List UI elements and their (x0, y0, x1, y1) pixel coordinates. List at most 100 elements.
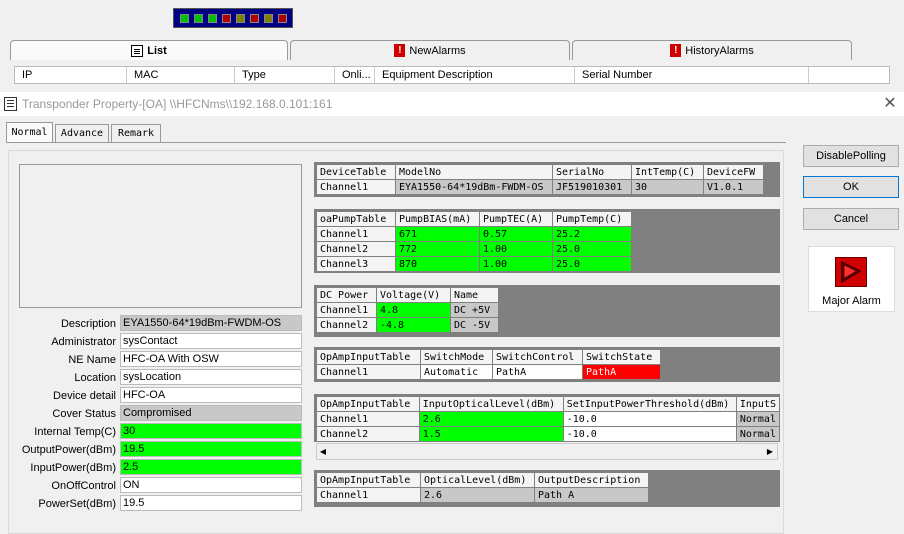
dc-power-table: DC Power Voltage(V) Name Channel1 4.8 DC… (316, 287, 499, 333)
device-table: DeviceTable ModelNo SerialNo IntTemp(C) … (316, 164, 764, 195)
description-label: Description (60, 318, 116, 330)
ne-name-field[interactable]: HFC-OA With OSW (120, 351, 302, 367)
table-cell[interactable]: PathA (492, 364, 583, 380)
location-field[interactable]: sysLocation (120, 369, 302, 385)
status-led-strip (173, 8, 293, 28)
tab-remark[interactable]: Remark (111, 124, 161, 142)
table-cell: 2.6 (418, 411, 564, 427)
cancel-button[interactable]: Cancel (803, 208, 899, 230)
status-led-icon (278, 13, 287, 23)
table-cell: 25.2 (552, 226, 632, 242)
tab-list[interactable]: List (10, 40, 288, 60)
tab-new-alarms[interactable]: ! NewAlarms (290, 40, 570, 60)
cover-status-field: Compromised (120, 405, 302, 421)
table-cell[interactable]: -10.0 (562, 411, 737, 427)
table-cell[interactable]: Automatic (420, 364, 493, 380)
table-row[interactable]: Channel2 1.5 -10.0 Normal (316, 426, 781, 442)
column-header: Voltage(V) (376, 287, 451, 303)
administrator-field[interactable]: sysContact (120, 333, 302, 349)
column-header: oaPumpTable (316, 211, 396, 227)
status-led-icon (180, 13, 189, 23)
table-row[interactable]: Channel1 671 0.57 25.2 (316, 226, 632, 242)
internal-temp-field: 30 (120, 423, 302, 439)
table-row[interactable]: Channel1 2.6 Path A (316, 487, 649, 503)
table-cell: Channel1 (316, 487, 421, 503)
location-label: Location (74, 372, 116, 384)
horizontal-scrollbar[interactable] (316, 443, 778, 460)
column-header-mac[interactable]: MAC (127, 67, 235, 83)
column-header-equipment-description[interactable]: Equipment Description (375, 67, 575, 83)
tab-new-alarms-label: NewAlarms (409, 44, 466, 57)
input-power-field: 2.5 (120, 459, 302, 475)
table-cell: 1.00 (479, 256, 553, 272)
column-header: SetInputPowerThreshold(dBm) (562, 396, 737, 412)
column-header: InputS (735, 396, 781, 412)
table-cell: DC -5V (450, 317, 499, 333)
description-field: EYA1550-64*19dBm-FWDM-OS (120, 315, 302, 331)
output-power-field: 19.5 (120, 441, 302, 457)
column-header: OutputDescription (534, 472, 649, 488)
on-off-control-field[interactable]: ON (120, 477, 302, 493)
column-header: SwitchControl (492, 349, 583, 365)
table-cell: 0.57 (479, 226, 553, 242)
table-row[interactable]: Channel1 2.6 -10.0 Normal (316, 411, 781, 427)
device-list-header: IP MAC Type Onli... Equipment Descriptio… (14, 66, 890, 84)
scroll-right-arrow-icon[interactable]: ▶ (763, 444, 777, 459)
column-header: InputOpticalLevel(dBm) (418, 396, 564, 412)
column-header-online[interactable]: Onli... (335, 67, 375, 83)
table-row[interactable]: Channel2 -4.8 DC -5V (316, 317, 499, 333)
column-header-type[interactable]: Type (235, 67, 335, 83)
alarm-icon: ! (394, 44, 406, 57)
table-cell: Channel2 (316, 317, 377, 333)
disable-polling-button[interactable]: DisablePolling (803, 145, 899, 167)
table-cell: JF519010301 (552, 179, 632, 195)
power-set-field[interactable]: 19.5 (120, 495, 302, 511)
table-cell: EYA1550-64*19dBm-FWDM-OS (395, 179, 553, 195)
tab-list-label: List (147, 44, 167, 57)
tab-history-alarms[interactable]: ! HistoryAlarms (572, 40, 852, 60)
table-cell: Channel1 (316, 179, 396, 195)
output-power-label: OutputPower(dBm) (21, 444, 116, 456)
table-row[interactable]: Channel1 4.8 DC +5V (316, 302, 499, 318)
tab-divider (6, 142, 786, 143)
tab-advance[interactable]: Advance (55, 124, 109, 142)
ok-button[interactable]: OK (803, 176, 899, 198)
table-cell: V1.0.1 (703, 179, 764, 195)
administrator-label: Administrator (51, 336, 116, 348)
output-table: OpAmpInputTable OpticalLevel(dBm) Output… (316, 472, 649, 503)
column-header: DeviceFW (703, 164, 764, 180)
table-row[interactable]: Channel1 EYA1550-64*19dBm-FWDM-OS JF5190… (316, 179, 764, 195)
table-cell: Channel1 (316, 411, 420, 427)
scroll-left-arrow-icon[interactable]: ◀ (316, 444, 330, 459)
table-row[interactable]: Channel3 870 1.00 25.0 (316, 256, 632, 272)
table-row[interactable]: Channel2 772 1.00 25.0 (316, 241, 632, 257)
table-cell: Channel3 (316, 256, 396, 272)
column-header-ip[interactable]: IP (15, 67, 127, 83)
tab-normal[interactable]: Normal (6, 122, 53, 142)
status-led-icon (250, 13, 259, 23)
close-icon[interactable]: ✕ (882, 96, 898, 112)
table-cell: Channel1 (316, 364, 421, 380)
alarm-icon: ! (670, 44, 682, 57)
output-table-panel: OpAmpInputTable OpticalLevel(dBm) Output… (314, 470, 780, 507)
column-header: SwitchMode (420, 349, 493, 365)
column-header: OpAmpInputTable (316, 396, 420, 412)
table-cell[interactable]: -10.0 (562, 426, 737, 442)
table-cell: 870 (395, 256, 480, 272)
device-detail-field[interactable]: HFC-OA (120, 387, 302, 403)
table-cell: 4.8 (376, 302, 451, 318)
device-detail-label: Device detail (53, 390, 116, 402)
column-header: Name (450, 287, 499, 303)
table-cell: Normal (735, 411, 781, 427)
status-led-icon (222, 13, 231, 23)
column-header: OpticalLevel(dBm) (420, 472, 535, 488)
table-cell: Normal (735, 426, 781, 442)
table-header-row: DC Power Voltage(V) Name (316, 287, 499, 303)
table-header-row: oaPumpTable PumpBIAS(mA) PumpTEC(A) Pump… (316, 211, 632, 227)
pump-table-panel: oaPumpTable PumpBIAS(mA) PumpTEC(A) Pump… (314, 209, 780, 273)
table-cell: -4.8 (376, 317, 451, 333)
table-row[interactable]: Channel1 Automatic PathA PathA (316, 364, 661, 380)
column-header-serial-number[interactable]: Serial Number (575, 67, 809, 83)
table-header-row: OpAmpInputTable SwitchMode SwitchControl… (316, 349, 661, 365)
table-cell: Path A (534, 487, 649, 503)
